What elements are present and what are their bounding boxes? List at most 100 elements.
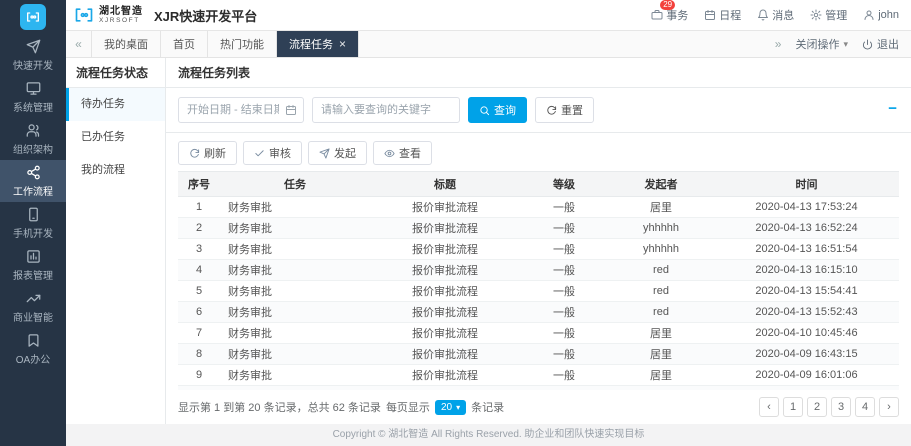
cell-initiator: red	[608, 280, 714, 302]
record-summary: 显示第 1 到第 20 条记录，总共 62 条记录 每页显示 20 ▾ 条记录	[178, 399, 504, 415]
tab-process-tasks[interactable]: 流程任务 ×	[277, 31, 360, 57]
tab-hot-functions[interactable]: 热门功能	[208, 31, 277, 57]
sidebar-item-label: 组织架构	[13, 144, 53, 156]
sidebar-item-system-mgmt[interactable]: 系统管理	[0, 76, 66, 118]
calendar-icon	[704, 9, 716, 21]
sidebar-item-label: 手机开发	[13, 228, 53, 240]
messages-label: 消息	[772, 10, 795, 22]
pager-prev-button[interactable]: ‹	[759, 397, 779, 417]
send-icon	[319, 147, 330, 159]
tab-label: 热门功能	[220, 39, 264, 51]
close-operations-dropdown[interactable]: 关闭操作 ▾	[795, 36, 848, 52]
table-row[interactable]: 1 财务审批 报价审批流程 一般 居里 2020-04-13 17:53:24	[178, 196, 899, 218]
query-label: 查询	[494, 105, 516, 117]
cell-initiator: red	[608, 301, 714, 323]
audit-button[interactable]: 审核	[243, 141, 302, 165]
users-icon	[26, 123, 41, 138]
cell-initiator: yhhhhh	[608, 217, 714, 239]
brand-name: 湖北智造 XJRSOFT	[99, 6, 143, 24]
sidebar-item-label: 系统管理	[13, 102, 53, 114]
tab-home[interactable]: 首页	[161, 31, 208, 57]
cell-level: 一般	[520, 196, 608, 218]
cell-initiator: 居里	[608, 322, 714, 344]
status-item-my-processes[interactable]: 我的流程	[66, 154, 165, 187]
pager-page-3[interactable]: 3	[831, 397, 851, 417]
status-item-todo[interactable]: 待办任务	[66, 88, 165, 121]
table-row[interactable]: 6 财务审批 报价审批流程 一般 red 2020-04-13 15:52:43	[178, 301, 899, 323]
page-size-select[interactable]: 20 ▾	[434, 399, 467, 415]
keyword-input[interactable]	[312, 97, 460, 123]
cell-level: 一般	[520, 322, 608, 344]
app-logo[interactable]	[0, 0, 66, 34]
cell-title: 报价审批流程	[370, 217, 520, 239]
sidebar-item-report-mgmt[interactable]: 报表管理	[0, 244, 66, 286]
cell-initiator: 居里	[608, 343, 714, 365]
line-chart-icon	[26, 291, 41, 306]
sidebar-item-workflow[interactable]: 工作流程	[0, 160, 66, 202]
bar-chart-icon	[26, 249, 41, 264]
cell-task: 财务审批	[220, 280, 370, 302]
record-count-text: 显示第 1 到第 20 条记录，总共 62 条记录	[178, 402, 381, 414]
per-page-suffix: 条记录	[471, 402, 505, 414]
bell-icon	[757, 9, 769, 21]
search-form: 查询 重置 −	[166, 88, 911, 133]
user-name: john	[878, 9, 899, 21]
cell-title: 报价审批流程	[370, 364, 520, 386]
user-icon	[863, 9, 875, 21]
calendar-icon	[285, 104, 297, 116]
table-row[interactable]: 8 财务审批 报价审批流程 一般 居里 2020-04-09 16:43:15	[178, 343, 899, 365]
cell-task: 财务审批	[220, 196, 370, 218]
sidebar-item-mobile-dev[interactable]: 手机开发	[0, 202, 66, 244]
user-menu[interactable]: john	[863, 9, 899, 21]
header-actions: 事务 29 日程 消息 管理 john	[651, 0, 899, 23]
table-row[interactable]: 9 财务审批 报价审批流程 一般 居里 2020-04-09 16:01:06	[178, 364, 899, 386]
sidebar-item-quick-dev[interactable]: 快速开发	[0, 34, 66, 76]
cell-time: 2020-04-13 16:15:10	[714, 259, 899, 281]
cell-time: 2020-04-13 15:52:43	[714, 301, 899, 323]
sidebar-item-oa-office[interactable]: OA办公	[0, 328, 66, 370]
logout-label: 退出	[877, 39, 899, 51]
table-row[interactable]: 2 财务审批 报价审批流程 一般 yhhhhh 2020-04-13 16:52:24	[178, 217, 899, 239]
status-item-done[interactable]: 已办任务	[66, 121, 165, 154]
tab-bar-actions: » 关闭操作 ▾ 退出	[763, 31, 911, 57]
schedule-button[interactable]: 日程	[704, 7, 741, 23]
collapse-search-button[interactable]: −	[888, 101, 897, 116]
scroll-tabs-left-button[interactable]: «	[66, 31, 92, 57]
refresh-button[interactable]: 刷新	[178, 141, 237, 165]
sidebar-item-label: 快速开发	[13, 60, 53, 72]
search-icon	[479, 105, 490, 116]
cell-no: 4	[178, 259, 220, 281]
transactions-button[interactable]: 事务 29	[651, 0, 688, 23]
table-row[interactable]: 3 财务审批 报价审批流程 一般 yhhhhh 2020-04-13 16:51:54	[178, 238, 899, 260]
power-icon	[862, 38, 873, 50]
logout-button[interactable]: 退出	[862, 36, 899, 52]
reset-button[interactable]: 重置	[535, 97, 594, 123]
scroll-tabs-right-button[interactable]: »	[775, 37, 782, 51]
sidebar-item-business-intel[interactable]: 商业智能	[0, 286, 66, 328]
cell-level: 一般	[520, 238, 608, 260]
pager-page-2[interactable]: 2	[807, 397, 827, 417]
cell-task: 财务审批	[220, 364, 370, 386]
table-row[interactable]: 4 财务审批 报价审批流程 一般 red 2020-04-13 16:15:10	[178, 259, 899, 281]
cell-level: 一般	[520, 343, 608, 365]
pager-page-1[interactable]: 1	[783, 397, 803, 417]
messages-button[interactable]: 消息	[757, 7, 794, 23]
page-size-value: 20	[440, 401, 453, 413]
pager-page-4[interactable]: 4	[855, 397, 875, 417]
launch-button[interactable]: 发起	[308, 141, 367, 165]
chevron-down-icon: ▾	[456, 402, 461, 412]
tab-my-desktop[interactable]: 我的桌面	[92, 31, 161, 57]
view-button[interactable]: 查看	[373, 141, 432, 165]
sidebar-item-organization[interactable]: 组织架构	[0, 118, 66, 160]
pager-next-button[interactable]: ›	[879, 397, 899, 417]
close-icon[interactable]: ×	[339, 38, 346, 50]
table-row[interactable]: 7 财务审批 报价审批流程 一般 居里 2020-04-10 10:45:46	[178, 322, 899, 344]
column-header-initiator: 发起者	[608, 171, 714, 197]
cell-title: 报价审批流程	[370, 238, 520, 260]
admin-button[interactable]: 管理	[810, 7, 847, 23]
cell-no: 1	[178, 196, 220, 218]
table-row[interactable]: 5 财务审批 报价审批流程 一般 red 2020-04-13 15:54:41	[178, 280, 899, 302]
copyright-footer: Copyright © 湖北智造 All Rights Reserved. 助企…	[66, 424, 911, 446]
query-button[interactable]: 查询	[468, 97, 527, 123]
brand-sub: XJRSOFT	[99, 16, 140, 24]
